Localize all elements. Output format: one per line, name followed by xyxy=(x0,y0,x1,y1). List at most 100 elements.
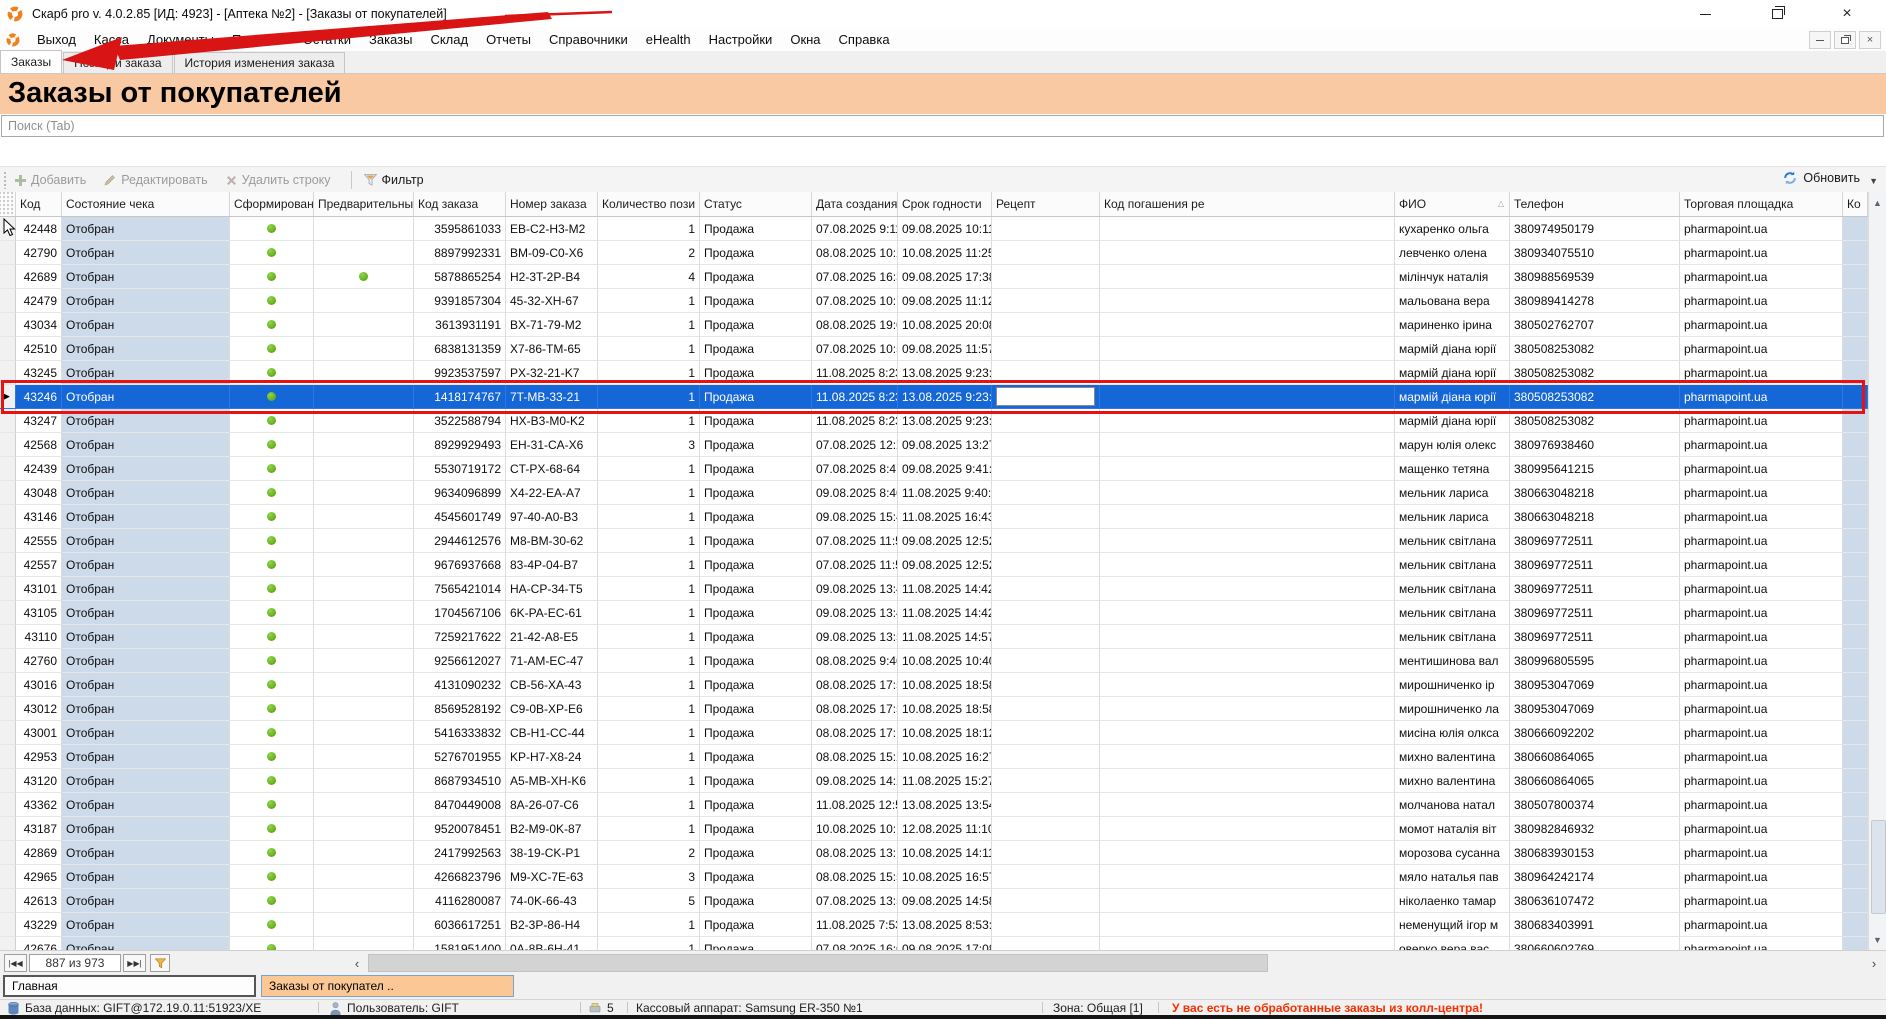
cell-created[interactable]: 08.08.2025 13:1 xyxy=(812,841,898,865)
cell-preliminary[interactable] xyxy=(314,361,414,385)
cell-order-code[interactable]: 3595861033 xyxy=(414,217,506,241)
cell-created[interactable]: 07.08.2025 16:3 xyxy=(812,265,898,289)
cell-formed[interactable] xyxy=(230,313,314,337)
cell-state[interactable]: Отобран xyxy=(62,457,230,481)
cell-status[interactable]: Продажа xyxy=(700,601,812,625)
cell-ko[interactable] xyxy=(1843,361,1868,385)
cell-expires[interactable]: 11.08.2025 16:43 xyxy=(898,505,992,529)
cell-kod[interactable]: 43245 xyxy=(16,361,62,385)
cell-state[interactable]: Отобран xyxy=(62,769,230,793)
cell-ko[interactable] xyxy=(1843,865,1868,889)
cell-created[interactable]: 09.08.2025 14:2 xyxy=(812,769,898,793)
cell-phone[interactable]: 380989414278 xyxy=(1510,289,1680,313)
cell-fio[interactable]: марун юлія олекс xyxy=(1395,433,1510,457)
column-header-Дата создания[interactable]: Дата создания xyxy=(812,192,898,216)
cell-phone[interactable]: 380953047069 xyxy=(1510,697,1680,721)
cell-ko[interactable] xyxy=(1843,337,1868,361)
cell-recipe[interactable] xyxy=(992,409,1100,433)
cell-qty[interactable]: 2 xyxy=(598,241,700,265)
cell-qty[interactable]: 1 xyxy=(598,481,700,505)
cell-marketplace[interactable]: pharmapoint.ua xyxy=(1680,721,1843,745)
cell-qty[interactable]: 1 xyxy=(598,601,700,625)
cell-qty[interactable]: 3 xyxy=(598,433,700,457)
menu-item-Заказы[interactable]: Заказы xyxy=(360,32,421,47)
cell-marketplace[interactable]: pharmapoint.ua xyxy=(1680,697,1843,721)
cell-redeem-code[interactable] xyxy=(1100,601,1395,625)
cell-status[interactable]: Продажа xyxy=(700,433,812,457)
column-header-Количество пози[interactable]: Количество пози xyxy=(598,192,700,216)
cell-status[interactable]: Продажа xyxy=(700,289,812,313)
cell-created[interactable]: 08.08.2025 17:1 xyxy=(812,721,898,745)
cell-redeem-code[interactable] xyxy=(1100,265,1395,289)
mdi-close-button[interactable]: × xyxy=(1859,31,1881,49)
cell-formed[interactable] xyxy=(230,265,314,289)
cell-redeem-code[interactable] xyxy=(1100,937,1395,950)
cell-recipe[interactable] xyxy=(992,241,1100,265)
cell-status[interactable]: Продажа xyxy=(700,697,812,721)
cell-order-code[interactable]: 7259217622 xyxy=(414,625,506,649)
cell-expires[interactable]: 09.08.2025 12:52 xyxy=(898,553,992,577)
cell-formed[interactable] xyxy=(230,409,314,433)
cell-marketplace[interactable]: pharmapoint.ua xyxy=(1680,529,1843,553)
cell-kod[interactable]: 43187 xyxy=(16,817,62,841)
table-row[interactable]: 42557Отобран967693766883-4P-04-B71Продаж… xyxy=(0,553,1868,577)
cell-created[interactable]: 11.08.2025 7:53 xyxy=(812,913,898,937)
cell-phone[interactable]: 380969772511 xyxy=(1510,601,1680,625)
cell-order-code[interactable]: 5530719172 xyxy=(414,457,506,481)
cell-marketplace[interactable]: pharmapoint.ua xyxy=(1680,313,1843,337)
cell-state[interactable]: Отобран xyxy=(62,673,230,697)
cell-expires[interactable]: 09.08.2025 17:38 xyxy=(898,265,992,289)
cell-ko[interactable] xyxy=(1843,841,1868,865)
cell-redeem-code[interactable] xyxy=(1100,577,1395,601)
cell-created[interactable]: 08.08.2025 10:2 xyxy=(812,241,898,265)
cell-order-number[interactable]: X7-86-TM-65 xyxy=(506,337,598,361)
cell-state[interactable]: Отобран xyxy=(62,937,230,950)
cell-fio[interactable]: михно валентина xyxy=(1395,745,1510,769)
cell-formed[interactable] xyxy=(230,529,314,553)
cell-marketplace[interactable]: pharmapoint.ua xyxy=(1680,457,1843,481)
cell-created[interactable]: 11.08.2025 8:23 xyxy=(812,409,898,433)
cell-phone[interactable]: 380502762707 xyxy=(1510,313,1680,337)
vertical-scrollbar-thumb[interactable] xyxy=(1871,820,1886,914)
cell-created[interactable]: 11.08.2025 8:23 xyxy=(812,385,898,409)
cell-phone[interactable]: 380508253082 xyxy=(1510,337,1680,361)
mdi-minimize-button[interactable] xyxy=(1809,31,1831,49)
cell-recipe[interactable] xyxy=(992,529,1100,553)
cell-preliminary[interactable] xyxy=(314,793,414,817)
cell-phone[interactable]: 380683403991 xyxy=(1510,913,1680,937)
cell-qty[interactable]: 1 xyxy=(598,457,700,481)
cell-recipe[interactable] xyxy=(992,745,1100,769)
cell-state[interactable]: Отобран xyxy=(62,601,230,625)
row-selector-cell[interactable] xyxy=(0,817,16,841)
cell-recipe[interactable] xyxy=(992,385,1100,409)
row-selector-cell[interactable] xyxy=(0,481,16,505)
cell-order-code[interactable]: 1704567106 xyxy=(414,601,506,625)
cell-order-code[interactable]: 8687934510 xyxy=(414,769,506,793)
cell-fio[interactable]: мармій діана юрії xyxy=(1395,361,1510,385)
cell-redeem-code[interactable] xyxy=(1100,625,1395,649)
cell-created[interactable]: 08.08.2025 15:5 xyxy=(812,865,898,889)
cell-preliminary[interactable] xyxy=(314,433,414,457)
cell-order-code[interactable]: 9520078451 xyxy=(414,817,506,841)
table-row[interactable]: 43101Отобран7565421014HA-CP-34-T51Продаж… xyxy=(0,577,1868,601)
menu-item-eHealth[interactable]: eHealth xyxy=(637,32,700,47)
cell-state[interactable]: Отобран xyxy=(62,817,230,841)
cell-redeem-code[interactable] xyxy=(1100,313,1395,337)
row-selector-cell[interactable] xyxy=(0,649,16,673)
refresh-dropdown-caret[interactable]: ▼ xyxy=(1869,176,1878,186)
cell-formed[interactable] xyxy=(230,289,314,313)
menu-item-Настройки[interactable]: Настройки xyxy=(700,32,782,47)
table-row[interactable]: 42760Отобран925661202771-AM-EC-471Продаж… xyxy=(0,649,1868,673)
cell-status[interactable]: Продажа xyxy=(700,505,812,529)
cell-order-code[interactable]: 1418174767 xyxy=(414,385,506,409)
cell-phone[interactable]: 380636107472 xyxy=(1510,889,1680,913)
row-selector-cell[interactable] xyxy=(0,217,16,241)
cell-qty[interactable]: 1 xyxy=(598,913,700,937)
cell-phone[interactable]: 380988569539 xyxy=(1510,265,1680,289)
cell-formed[interactable] xyxy=(230,841,314,865)
column-header-Срок годности[interactable]: Срок годности xyxy=(898,192,992,216)
row-selector-cell[interactable] xyxy=(0,313,16,337)
cell-kod[interactable]: 42689 xyxy=(16,265,62,289)
cell-marketplace[interactable]: pharmapoint.ua xyxy=(1680,913,1843,937)
cell-redeem-code[interactable] xyxy=(1100,361,1395,385)
